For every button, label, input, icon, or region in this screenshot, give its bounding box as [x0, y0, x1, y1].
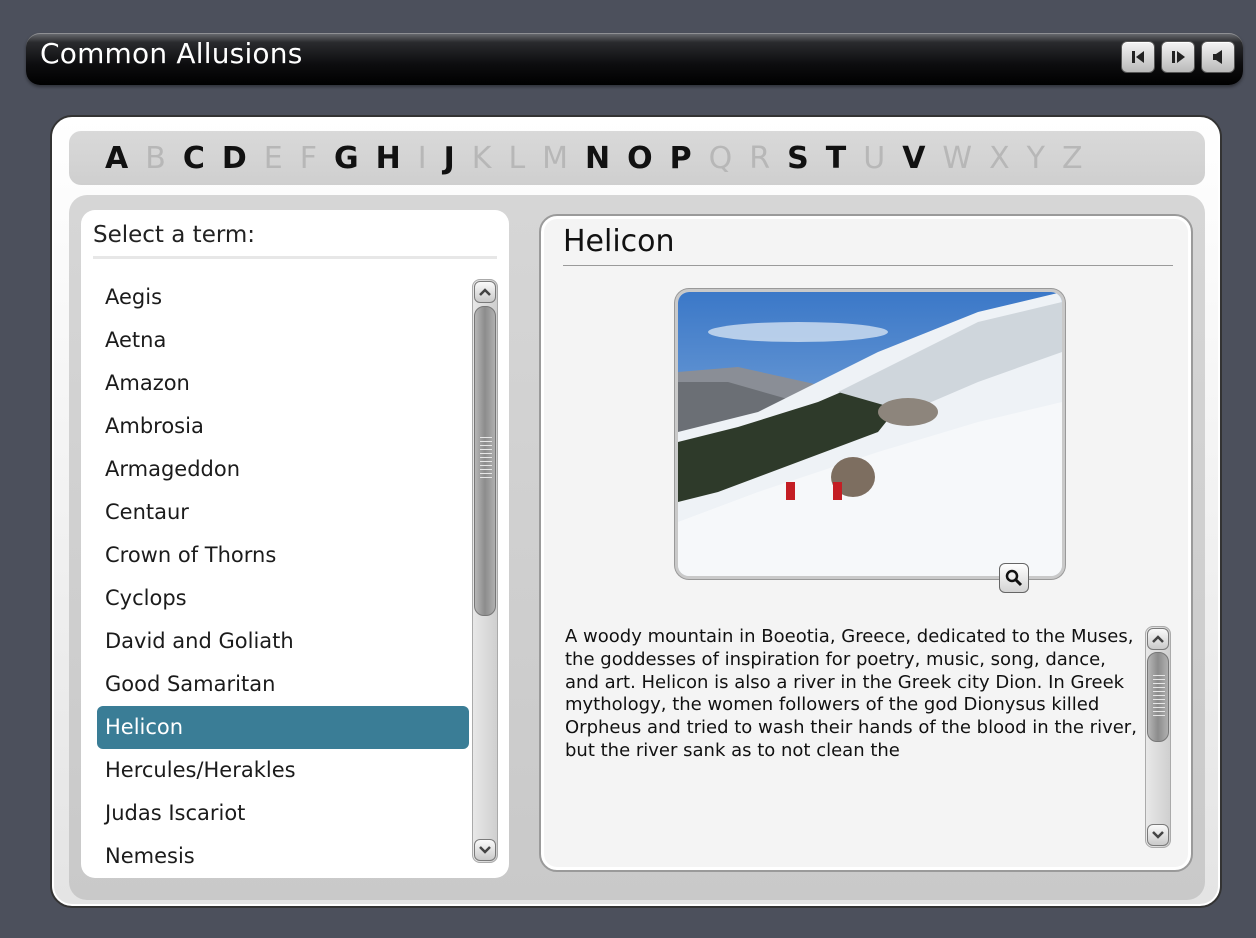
desc-scroll-grip [1153, 675, 1165, 719]
letter-y: Y [1026, 140, 1045, 176]
list-item[interactable]: Crown of Thorns [97, 534, 469, 577]
list-item[interactable]: Amazon [97, 362, 469, 405]
letter-k: K [471, 140, 492, 176]
previous-button[interactable] [1121, 41, 1155, 73]
letter-o[interactable]: O [627, 141, 653, 176]
list-scrollbar[interactable] [472, 279, 498, 863]
list-item[interactable]: Armageddon [97, 448, 469, 491]
term-list-panel: Select a term: Aegis Aetna Amazon Ambrosia A… [81, 210, 509, 878]
list-item[interactable]: Aetna [97, 319, 469, 362]
chevron-down-icon [479, 846, 491, 854]
zoom-button[interactable] [999, 563, 1029, 593]
window-controls [1121, 41, 1235, 73]
window-title: Common Allusions [40, 37, 303, 70]
desc-scroll-up-button[interactable] [1147, 628, 1169, 650]
letter-i: I [417, 140, 427, 176]
title-bar: Common Allusions [26, 33, 1243, 85]
list-item[interactable]: Aegis [97, 276, 469, 319]
letter-e: E [263, 140, 283, 176]
list-item[interactable]: Nemesis [97, 835, 469, 874]
mountain-photo [678, 292, 1062, 576]
letter-p[interactable]: P [670, 141, 692, 176]
content-area: Select a term: Aegis Aetna Amazon Ambrosia A… [69, 195, 1205, 900]
letter-c[interactable]: C [183, 141, 205, 176]
step-back-icon [1132, 51, 1144, 63]
scroll-down-button[interactable] [474, 839, 496, 861]
letter-b: B [145, 140, 166, 176]
list-item[interactable]: Good Samaritan [97, 663, 469, 706]
letter-r: R [749, 140, 771, 176]
detail-title: Helicon [563, 224, 1173, 266]
letter-s[interactable]: S [787, 141, 809, 176]
letter-f: F [299, 140, 317, 176]
list-heading: Select a term: [93, 222, 497, 259]
scroll-grip [480, 437, 492, 479]
list-item[interactable]: Cyclops [97, 577, 469, 620]
list-item[interactable]: David and Goliath [97, 620, 469, 663]
alphabet-bar: ABCDEFGHIJKLMNOPQRSTUVWXYZ [69, 131, 1205, 185]
letter-w: W [942, 140, 973, 176]
audio-button[interactable] [1201, 41, 1235, 73]
letter-t[interactable]: T [826, 141, 846, 176]
letter-g[interactable]: G [334, 141, 359, 176]
letter-m: M [542, 140, 569, 176]
scroll-up-button[interactable] [474, 281, 496, 303]
list-item[interactable]: Hercules/Herakles [97, 749, 469, 792]
letter-n[interactable]: N [585, 141, 610, 176]
list-item[interactable]: Ambrosia [97, 405, 469, 448]
step-forward-icon [1172, 51, 1185, 63]
letter-q: Q [708, 140, 733, 176]
list-item[interactable]: Helicon [97, 706, 469, 749]
speaker-icon [1213, 50, 1222, 64]
chevron-up-icon [1152, 635, 1164, 643]
letter-v[interactable]: V [902, 141, 925, 176]
letter-z: Z [1061, 140, 1083, 176]
main-panel: ABCDEFGHIJKLMNOPQRSTUVWXYZ Select a term… [50, 115, 1222, 908]
detail-panel: Helicon A woody mountain in Boeotia, Gre… [539, 214, 1193, 872]
chevron-down-icon [1152, 831, 1164, 839]
letter-x: X [989, 140, 1010, 176]
zoom-icon [1005, 569, 1023, 587]
scroll-thumb[interactable] [474, 306, 496, 616]
letter-j[interactable]: J [444, 141, 455, 176]
desc-scroll-down-button[interactable] [1147, 824, 1169, 846]
chevron-up-icon [479, 288, 491, 296]
letter-l: L [508, 140, 526, 176]
letter-d[interactable]: D [222, 141, 247, 176]
letter-a[interactable]: A [105, 141, 128, 176]
letter-h[interactable]: H [376, 141, 401, 176]
term-list[interactable]: Aegis Aetna Amazon Ambrosia Armageddon Centau… [97, 276, 469, 874]
desc-scroll-thumb[interactable] [1147, 652, 1169, 742]
letter-u: U [863, 140, 886, 176]
list-item[interactable]: Judas Iscariot [97, 792, 469, 835]
description-scrollbar[interactable] [1145, 626, 1171, 848]
list-item[interactable]: Centaur [97, 491, 469, 534]
term-description: A woody mountain in Boeotia, Greece, ded… [565, 626, 1137, 761]
term-photo [675, 289, 1065, 579]
next-button[interactable] [1161, 41, 1195, 73]
